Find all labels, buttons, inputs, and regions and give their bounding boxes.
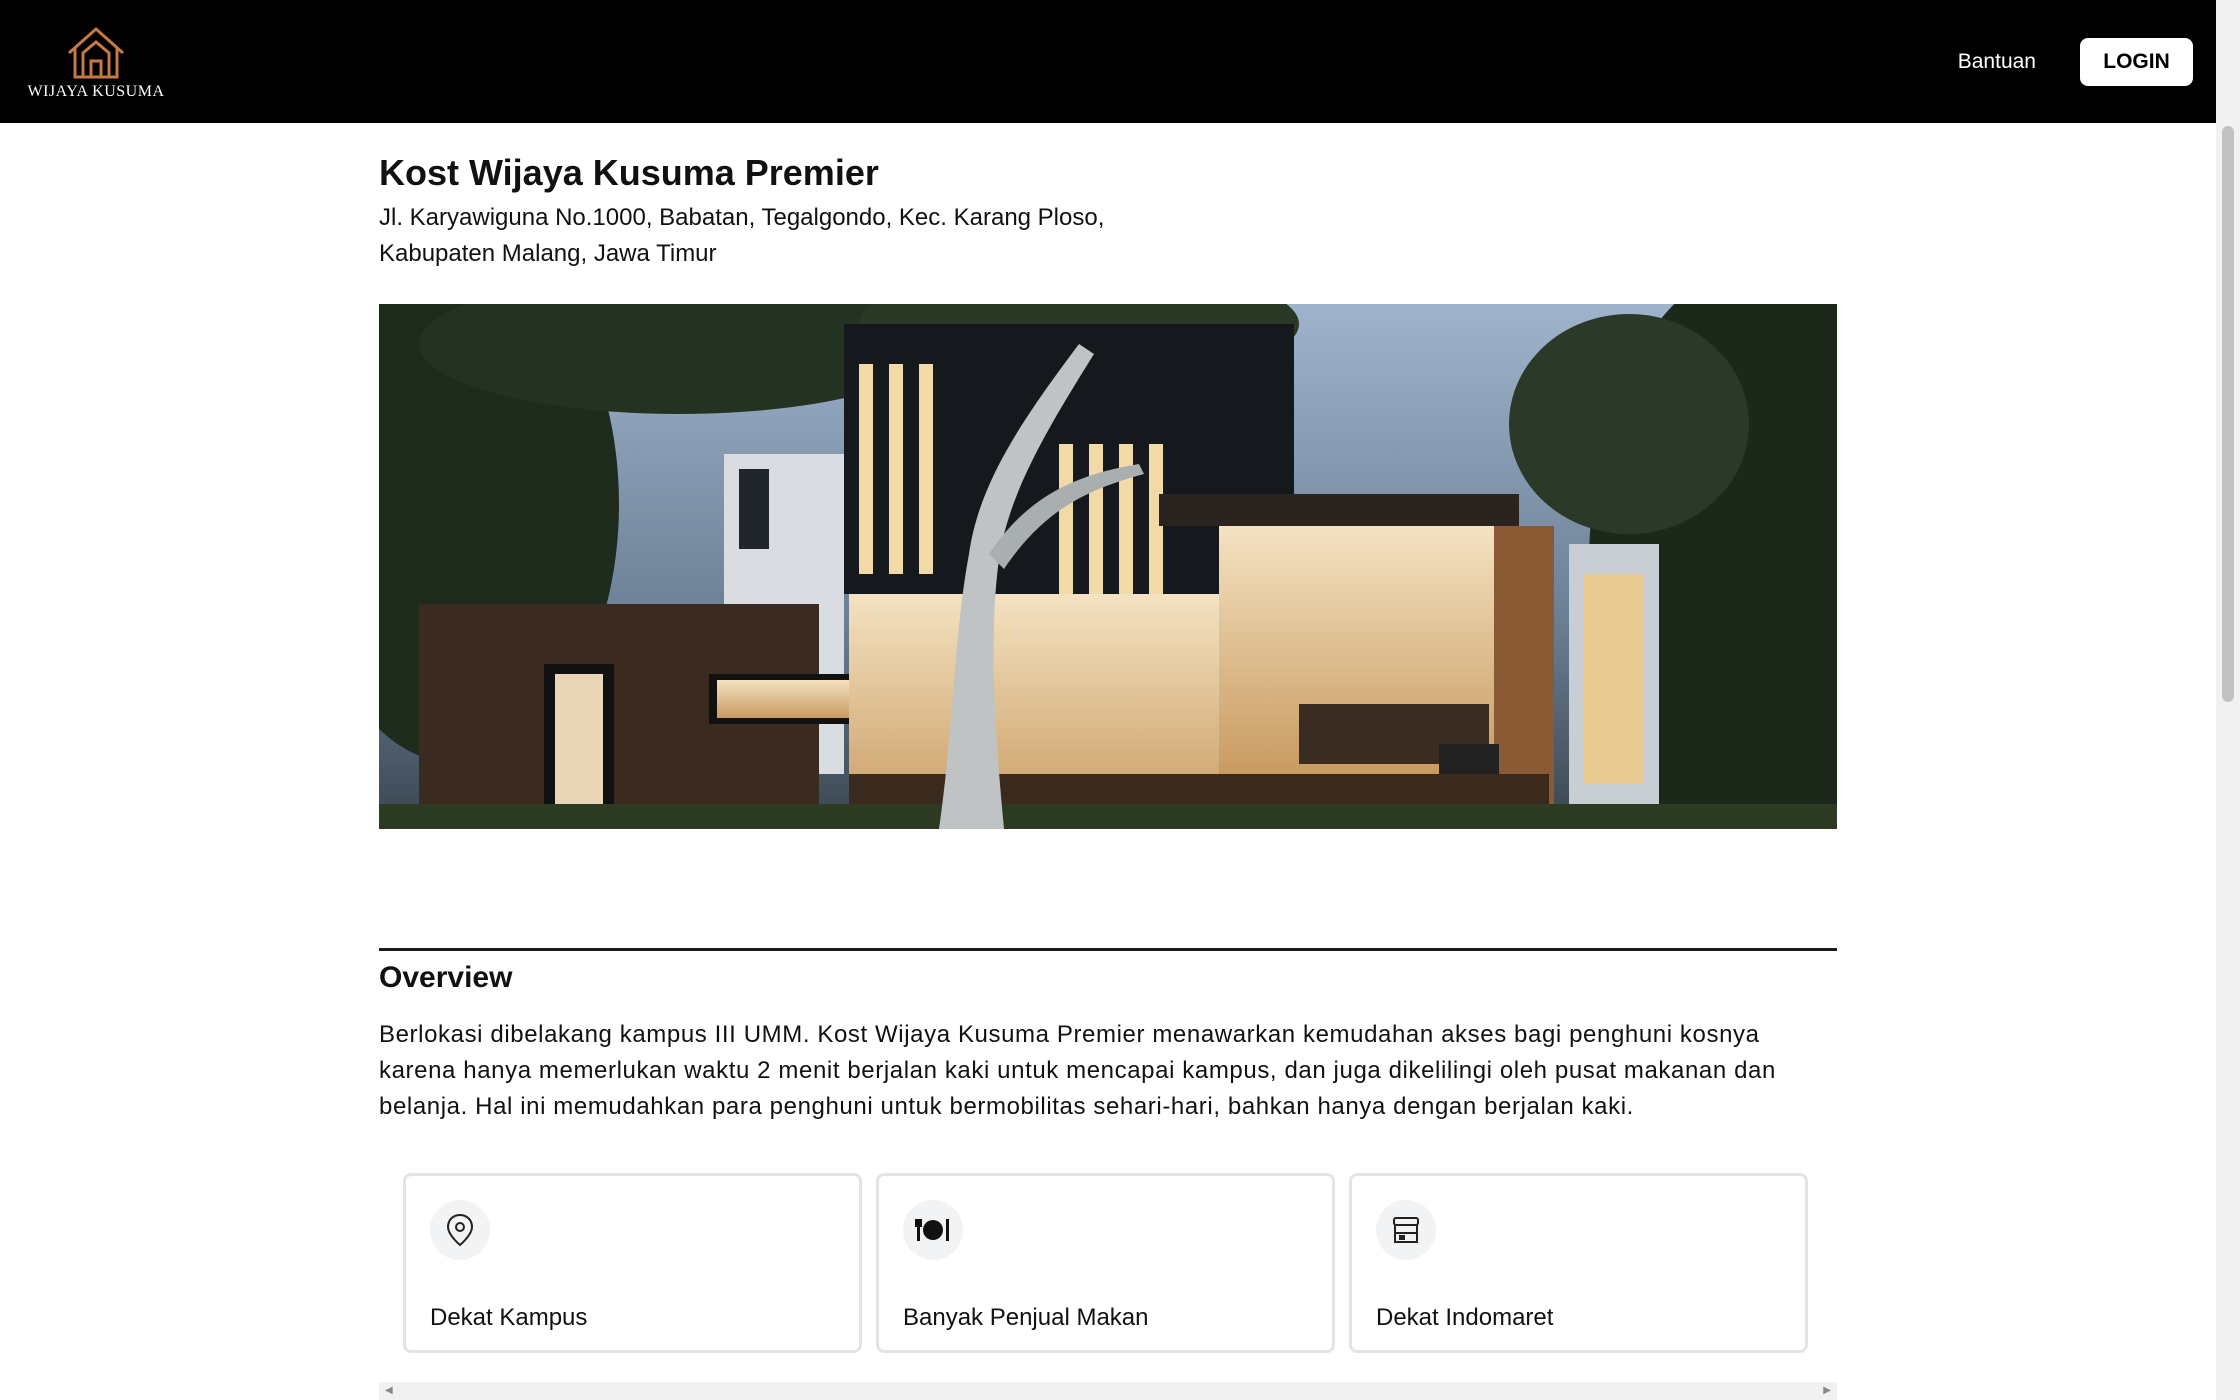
vertical-scrollbar[interactable] [2216, 0, 2240, 1400]
house-photo [379, 304, 1837, 830]
map-pin-icon [430, 1200, 490, 1260]
property-title: Kost Wijaya Kusuma Premier [379, 152, 879, 193]
section-divider [379, 948, 1837, 952]
feature-card-store: Dekat Indomaret [1349, 1173, 1808, 1353]
feature-label: Dekat Indomaret [1376, 1304, 1554, 1331]
brand-logo[interactable]: WIJAYA KUSUMA [23, 23, 169, 101]
address-line-1: Jl. Karyawiguna No.1000, Babatan, Tegalg… [379, 204, 1105, 232]
scrollbar-thumb[interactable] [2222, 126, 2234, 702]
house-logo-icon [68, 26, 124, 78]
main-content: Kost Wijaya Kusuma Premier Jl. Karyawigu… [379, 123, 1837, 1125]
feature-label: Dekat Kampus [430, 1304, 588, 1331]
horizontal-scrollbar[interactable]: ◀ ▶ [379, 1382, 1837, 1400]
property-hero-image [379, 304, 1837, 830]
feature-cards: Dekat Kampus Banyak Penjual Makan Dekat … [403, 1173, 1808, 1353]
property-address: Jl. Karyawiguna No.1000, Babatan, Tegalg… [379, 200, 1199, 272]
feature-card-campus: Dekat Kampus [403, 1173, 862, 1353]
login-button[interactable]: LOGIN [2080, 37, 2193, 86]
scroll-left-icon[interactable]: ◀ [385, 1385, 393, 1396]
scroll-right-icon[interactable]: ▶ [1823, 1385, 1831, 1396]
feature-card-food: Banyak Penjual Makan [876, 1173, 1335, 1353]
overview-description: Berlokasi dibelakang kampus III UMM. Kos… [379, 1021, 1776, 1121]
feature-label: Banyak Penjual Makan [903, 1304, 1149, 1331]
store-icon [1376, 1200, 1436, 1260]
overview-heading: Overview [379, 961, 513, 995]
dining-icon [903, 1200, 963, 1260]
address-line-2: Kabupaten Malang, Jawa Timur [379, 240, 717, 268]
top-navbar: WIJAYA KUSUMA Bantuan LOGIN [0, 0, 2216, 123]
brand-name: WIJAYA KUSUMA [27, 82, 165, 100]
help-link[interactable]: Bantuan [1958, 50, 2036, 74]
